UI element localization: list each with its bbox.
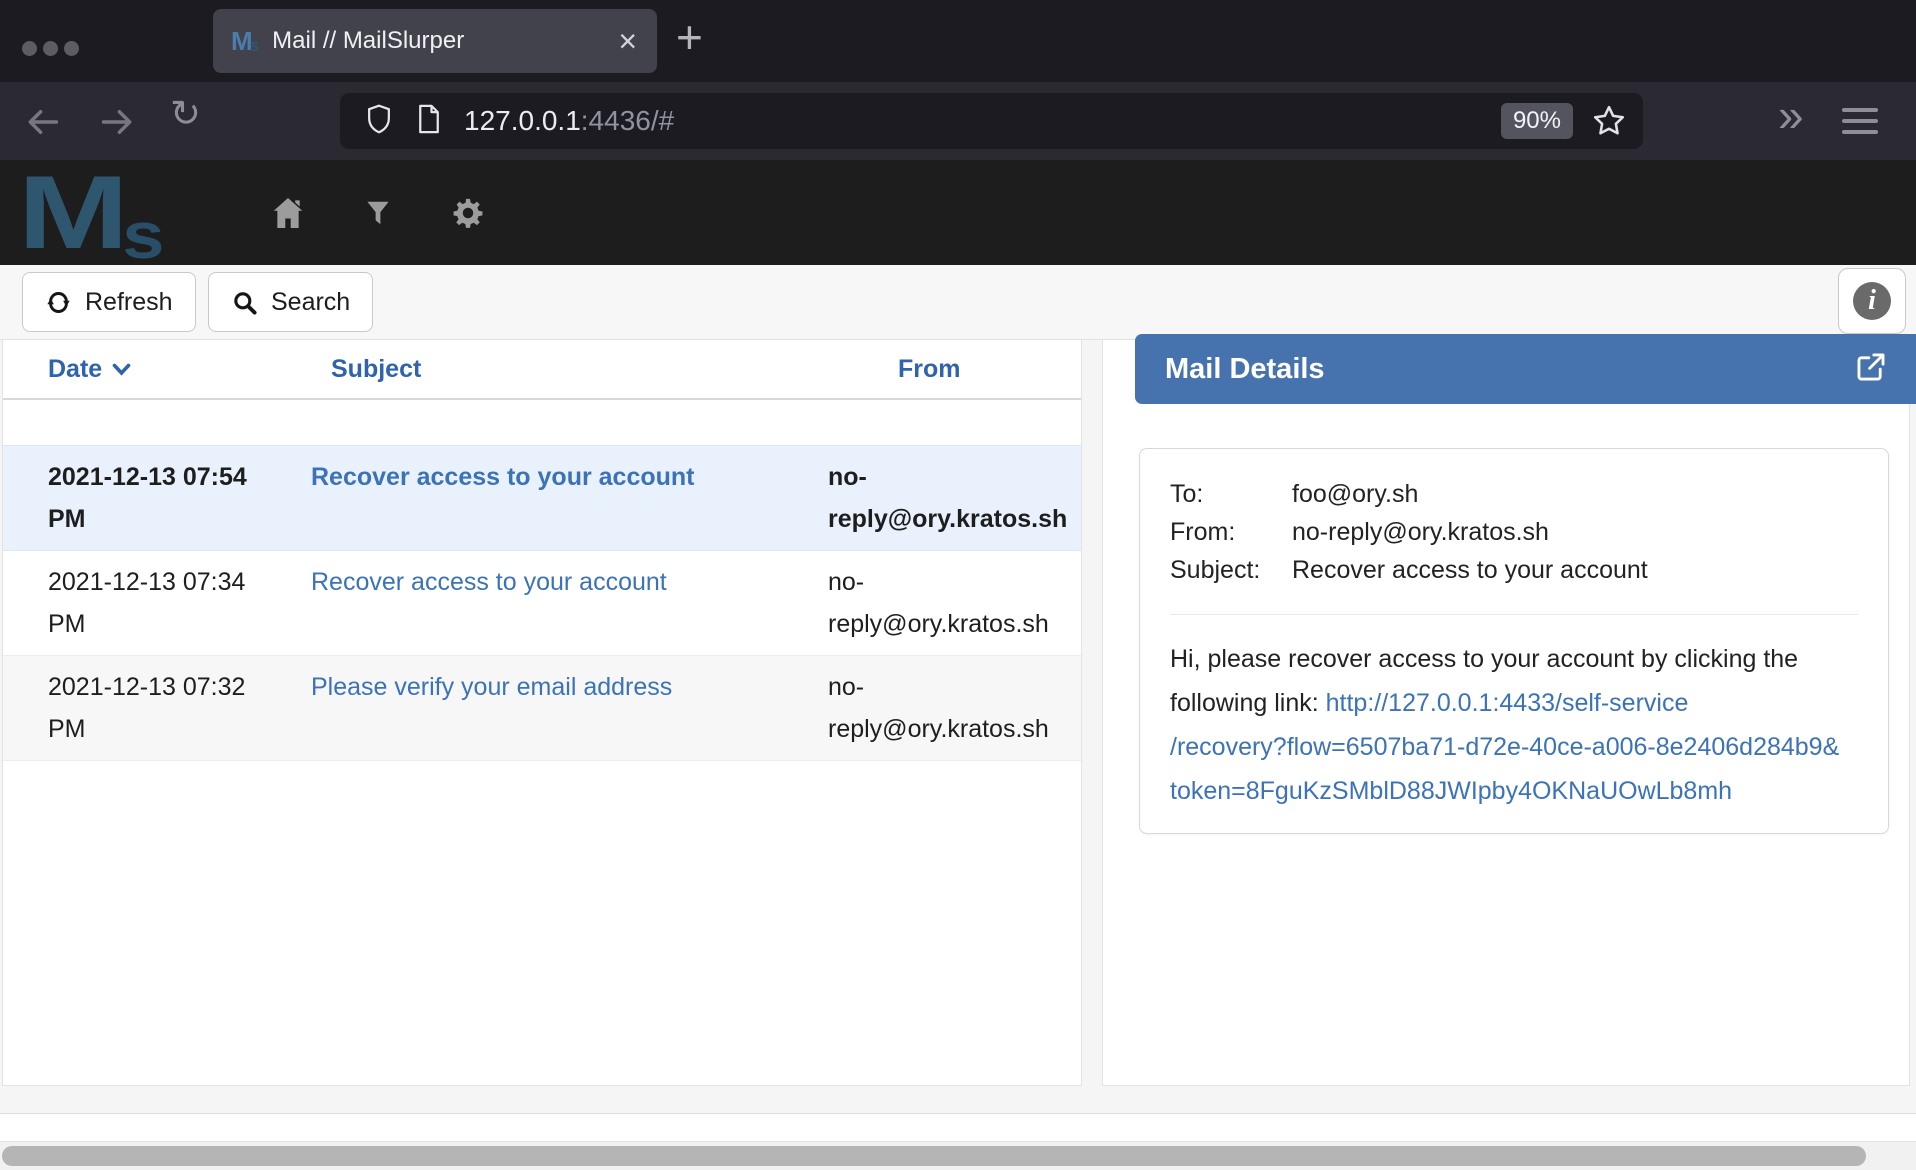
- mail-details-title: Mail Details: [1165, 353, 1854, 386]
- hamburger-icon: [1842, 130, 1878, 134]
- page-info-icon[interactable]: [416, 104, 442, 139]
- filter-icon[interactable]: [358, 198, 398, 228]
- search-button-label: Search: [271, 288, 350, 317]
- browser-window: M s Mail // MailSlurper × + ↻ 127.0.0.1:…: [0, 0, 1916, 1170]
- mail-list-header: Date Subject From: [3, 340, 1081, 400]
- bottom-spacer: [0, 1113, 1916, 1142]
- mail-date: 2021-12-13 07:54 PM: [48, 456, 260, 540]
- window-control-dot[interactable]: [22, 41, 37, 56]
- info-icon: i: [1853, 282, 1891, 320]
- card-divider: [1170, 614, 1858, 615]
- sort-chevron-down-icon: [112, 363, 131, 376]
- window-controls[interactable]: [22, 41, 79, 56]
- column-header-from[interactable]: From: [828, 355, 1081, 384]
- main-content: Date Subject From 2021-12-13 07:54 PM Re…: [0, 340, 1916, 1170]
- subject-value: Recover access to your account: [1292, 551, 1858, 589]
- subject-label: Subject:: [1170, 551, 1292, 589]
- app-menu-button[interactable]: [1842, 108, 1878, 141]
- mail-list-body: 2021-12-13 07:54 PM Recover access to yo…: [3, 445, 1081, 761]
- browser-tab-bar: M s Mail // MailSlurper × +: [0, 0, 1916, 82]
- mail-subject-link[interactable]: Recover access to your account: [311, 568, 667, 596]
- reload-button[interactable]: ↻: [170, 95, 201, 132]
- mail-row[interactable]: 2021-12-13 07:54 PM Recover access to yo…: [3, 445, 1081, 551]
- date-header-label: Date: [48, 355, 102, 384]
- mail-list-panel: Date Subject From 2021-12-13 07:54 PM Re…: [2, 340, 1082, 1086]
- search-button[interactable]: Search: [208, 272, 373, 332]
- hamburger-icon: [1842, 119, 1878, 123]
- column-header-subject[interactable]: Subject: [311, 355, 828, 384]
- toolbar-overflow-button[interactable]: »: [1778, 88, 1801, 142]
- info-button[interactable]: i: [1838, 268, 1906, 334]
- back-button[interactable]: [24, 103, 62, 146]
- favicon-letter: s: [250, 37, 259, 54]
- new-tab-button[interactable]: +: [676, 14, 703, 60]
- zoom-level-badge[interactable]: 90%: [1501, 103, 1573, 139]
- column-header-date[interactable]: Date: [48, 355, 311, 384]
- hamburger-icon: [1842, 108, 1878, 112]
- forward-arrow-icon: [98, 103, 136, 141]
- from-value: no-reply@ory.kratos.sh: [1292, 513, 1858, 551]
- mail-date: 2021-12-13 07:32 PM: [48, 666, 260, 750]
- mail-date: 2021-12-13 07:34 PM: [48, 561, 260, 645]
- window-control-dot[interactable]: [43, 41, 58, 56]
- url-text: 127.0.0.1:4436/#: [464, 105, 674, 137]
- mail-from: no-reply@ory.kratos.sh: [828, 561, 1076, 645]
- mail-details-header: Mail Details: [1135, 334, 1916, 404]
- mail-from: no-reply@ory.kratos.sh: [828, 666, 1076, 750]
- horizontal-scrollbar[interactable]: [0, 1142, 1916, 1170]
- search-icon: [231, 289, 258, 316]
- mail-row[interactable]: 2021-12-13 07:32 PM Please verify your e…: [3, 656, 1081, 761]
- window-control-dot[interactable]: [64, 41, 79, 56]
- mailslurper-navbar: M s: [0, 160, 1916, 265]
- shield-icon[interactable]: [364, 103, 394, 140]
- url-host: 127.0.0.1: [464, 105, 581, 136]
- home-icon[interactable]: [268, 196, 308, 230]
- url-path: :4436/#: [581, 105, 674, 136]
- refresh-button[interactable]: Refresh: [22, 272, 196, 332]
- mail-body: Hi, please recover access to your accoun…: [1170, 637, 1858, 813]
- navbar-icons: [268, 160, 488, 265]
- forward-button[interactable]: [98, 103, 136, 146]
- refresh-button-label: Refresh: [85, 288, 173, 317]
- recovery-link-line: token=8FguKzSMblD88JWIpby4OKNaUOwLb8mh: [1170, 769, 1858, 813]
- recovery-link-line: http://127.0.0.1:4433/self-service: [1326, 689, 1689, 717]
- mail-subject-link[interactable]: Recover access to your account: [311, 463, 695, 491]
- open-external-icon[interactable]: [1854, 350, 1888, 389]
- mail-details-panel: Mail Details To: foo@ory.sh From: no-rep…: [1102, 340, 1910, 1086]
- field-subject: Subject: Recover access to your account: [1170, 551, 1858, 589]
- logo-letter-m: M: [18, 163, 129, 263]
- mail-from: no-reply@ory.kratos.sh: [828, 456, 1076, 540]
- mailslurper-logo[interactable]: M s: [30, 160, 161, 265]
- tab-close-icon[interactable]: ×: [618, 25, 637, 57]
- mail-subject-link[interactable]: Please verify your email address: [311, 673, 672, 701]
- field-to: To: foo@ory.sh: [1170, 475, 1858, 513]
- bookmark-star-icon[interactable]: [1591, 103, 1627, 139]
- mailslurper-favicon-icon: M s: [231, 28, 259, 54]
- actions-toolbar: Refresh Search i: [0, 265, 1916, 340]
- mail-details-card: To: foo@ory.sh From: no-reply@ory.kratos…: [1139, 448, 1889, 834]
- mail-row[interactable]: 2021-12-13 07:34 PM Recover access to yo…: [3, 551, 1081, 656]
- to-value: foo@ory.sh: [1292, 475, 1858, 513]
- settings-gear-icon[interactable]: [448, 196, 488, 230]
- field-from: From: no-reply@ory.kratos.sh: [1170, 513, 1858, 551]
- back-arrow-icon: [24, 103, 62, 141]
- browser-tab[interactable]: M s Mail // MailSlurper ×: [213, 9, 657, 73]
- recovery-link-line: /recovery?flow=6507ba71-d72e-40ce-a006-8…: [1170, 725, 1858, 769]
- refresh-icon: [45, 289, 72, 316]
- to-label: To:: [1170, 475, 1292, 513]
- browser-toolbar: ↻ 127.0.0.1:4436/# 90% »: [0, 82, 1916, 160]
- from-label: From:: [1170, 513, 1292, 551]
- scrollbar-thumb[interactable]: [2, 1146, 1866, 1166]
- tab-title: Mail // MailSlurper: [272, 27, 618, 55]
- url-bar-input[interactable]: 127.0.0.1:4436/# 90%: [340, 93, 1643, 149]
- logo-letter-s: s: [122, 197, 164, 273]
